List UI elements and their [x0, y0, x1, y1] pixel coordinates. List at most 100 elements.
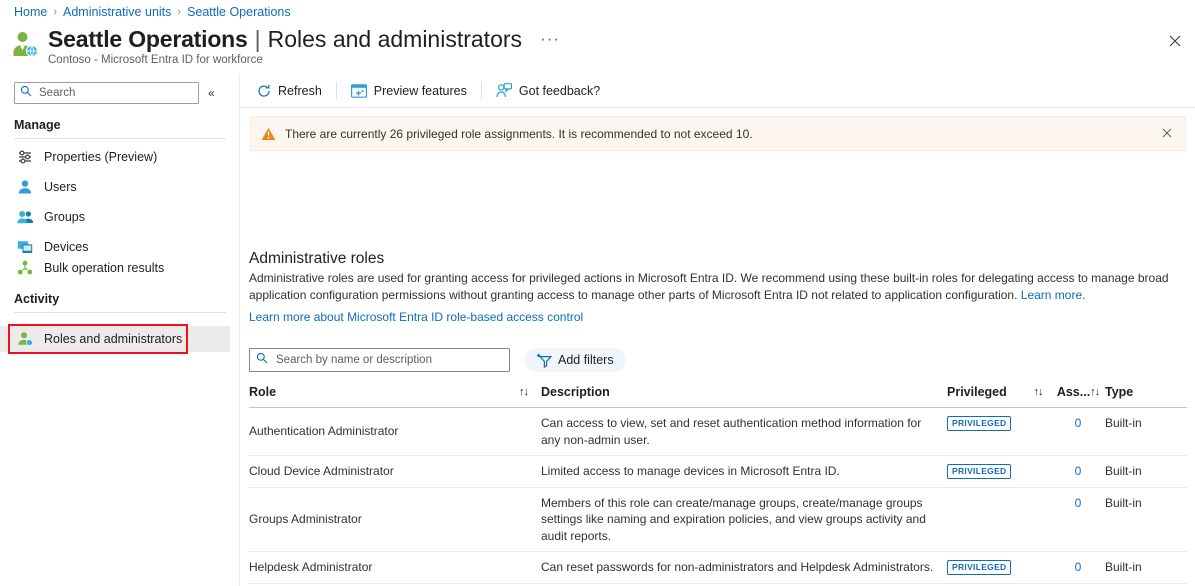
sidebar-item-devices-label: Devices	[44, 240, 88, 254]
toolbar-divider	[336, 82, 337, 99]
cell-privileged: PRIVILEGED	[947, 552, 1025, 583]
cell-type: Built-in	[1105, 456, 1185, 487]
cell-spacer	[1025, 408, 1051, 455]
status-badge-privileged: PRIVILEGED	[947, 416, 1011, 431]
sidebar-item-bulk-operation-results-label: Bulk operation results	[44, 261, 164, 275]
column-header-assignments-label: Ass...	[1057, 385, 1090, 399]
warning-banner-text: There are currently 26 privileged role a…	[285, 127, 753, 141]
preview-features-button-label: Preview features	[374, 84, 467, 98]
dismiss-warning-button[interactable]	[1159, 128, 1175, 140]
column-header-role[interactable]: Role	[249, 380, 519, 407]
sidebar-search-row: «	[14, 82, 226, 104]
breadcrumb-item-home[interactable]: Home	[14, 5, 47, 19]
got-feedback-button-label: Got feedback?	[519, 84, 600, 98]
table-body: Authentication AdministratorCan access t…	[249, 408, 1187, 586]
warning-icon	[261, 127, 276, 141]
table-row[interactable]: Authentication AdministratorCan access t…	[249, 408, 1187, 456]
page-subtitle: Contoso - Microsoft Entra ID for workfor…	[48, 54, 263, 66]
cell-assignments: 0	[1051, 408, 1105, 455]
sidebar-item-users[interactable]: Users	[0, 174, 230, 200]
sidebar-item-groups[interactable]: Groups	[0, 204, 230, 230]
page-title: Seattle Operations | Roles and administr…	[48, 26, 560, 53]
cell-role: Cloud Device Administrator	[249, 456, 519, 487]
sliders-icon	[16, 148, 34, 166]
user-icon	[16, 178, 34, 196]
status-badge-privileged: PRIVILEGED	[947, 560, 1011, 575]
cell-spacer	[519, 488, 541, 552]
cell-privileged	[947, 488, 1025, 552]
table-header-row: Role ↑↓ Description Privileged ↑↓ Ass...…	[249, 380, 1187, 408]
cell-role: Authentication Administrator	[249, 408, 519, 455]
sidebar-search-input[interactable]	[37, 86, 193, 100]
table-search-input[interactable]	[274, 353, 503, 367]
preview-features-icon	[351, 84, 367, 98]
cell-assignments: 0	[1051, 552, 1105, 583]
breadcrumb-separator: ›	[177, 6, 181, 18]
cell-type: Built-in	[1105, 488, 1185, 552]
azure-portal-blade: Home › Administrative units › Seattle Op…	[0, 0, 1195, 586]
breadcrumb-separator: ›	[53, 6, 57, 18]
status-badge-privileged: PRIVILEGED	[947, 464, 1011, 479]
preview-features-button[interactable]: Preview features	[344, 78, 474, 104]
main-content: Refresh Preview features	[241, 74, 1195, 586]
table-row[interactable]: Groups AdministratorMembers of this role…	[249, 488, 1187, 553]
sidebar-item-roles-and-administrators-label: Roles and administrators	[44, 332, 182, 346]
column-header-description[interactable]: Description	[541, 380, 947, 407]
assignments-count-link[interactable]: 0	[1075, 415, 1082, 432]
cell-description: Members of this role can create/manage g…	[541, 488, 947, 552]
cell-spacer	[519, 456, 541, 487]
assignments-count-link[interactable]: 0	[1075, 463, 1082, 480]
cell-spacer	[1025, 456, 1051, 487]
collapse-sidebar-button[interactable]: «	[208, 86, 215, 100]
sidebar-search-box[interactable]	[14, 82, 199, 104]
sidebar-item-bulk-operation-results[interactable]: Bulk operation results	[0, 255, 230, 281]
warning-banner: There are currently 26 privileged role a…	[250, 116, 1186, 151]
roles-icon	[16, 330, 34, 348]
page-title-main: Seattle Operations	[48, 26, 248, 53]
sidebar-group-activity-label: Activity	[14, 292, 59, 306]
cell-description: Limited access to manage devices in Micr…	[541, 456, 947, 487]
add-filters-button[interactable]: Add filters	[524, 348, 626, 372]
more-options-button[interactable]: ···	[540, 29, 560, 49]
cell-assignments: 0	[1051, 456, 1105, 487]
section-description: Administrative roles are used for granti…	[249, 270, 1187, 303]
table-row[interactable]: Helpdesk AdministratorCan reset password…	[249, 552, 1187, 584]
administrative-unit-icon	[10, 30, 40, 60]
sidebar-item-users-label: Users	[44, 180, 77, 194]
cell-privileged: PRIVILEGED	[947, 408, 1025, 455]
assignments-count-link[interactable]: 0	[1075, 559, 1082, 576]
table-search-box[interactable]	[249, 348, 510, 372]
cell-role: Helpdesk Administrator	[249, 552, 519, 583]
roles-table: Role ↑↓ Description Privileged ↑↓ Ass...…	[249, 380, 1187, 586]
sidebar-item-roles-and-administrators[interactable]: Roles and administrators	[0, 326, 230, 352]
assignments-count-link[interactable]: 0	[1075, 495, 1082, 512]
sort-privileged-button[interactable]: ↑↓	[1025, 380, 1051, 407]
column-header-privileged[interactable]: Privileged	[947, 380, 1025, 407]
got-feedback-button[interactable]: Got feedback?	[489, 78, 607, 104]
search-icon	[20, 84, 32, 102]
toolbar-divider	[481, 82, 482, 99]
column-header-assignments[interactable]: Ass...↑↓	[1051, 380, 1105, 407]
breadcrumb-item-administrative-units[interactable]: Administrative units	[63, 5, 171, 19]
cell-spacer	[1025, 552, 1051, 583]
table-row[interactable]: Cloud Device Administrator Limited access…	[249, 456, 1187, 488]
refresh-button[interactable]: Refresh	[250, 78, 329, 104]
cell-privileged: PRIVILEGED	[947, 456, 1025, 487]
filter-row: Add filters	[249, 348, 626, 372]
cell-type: Built-in	[1105, 408, 1185, 455]
cell-type: Built-in	[1105, 552, 1185, 583]
sort-role-button[interactable]: ↑↓	[519, 380, 541, 407]
close-blade-button[interactable]	[1164, 30, 1186, 52]
sidebar-group-manage-label: Manage	[14, 118, 61, 132]
column-header-type[interactable]: Type	[1105, 380, 1185, 407]
rbac-learn-more-link[interactable]: Learn more about Microsoft Entra ID role…	[249, 310, 583, 324]
sidebar-item-groups-label: Groups	[44, 210, 85, 224]
sidebar-item-properties[interactable]: Properties (Preview)	[0, 144, 230, 170]
sidebar-divider	[14, 138, 226, 139]
breadcrumb-item-seattle-operations[interactable]: Seattle Operations	[187, 5, 291, 19]
search-icon	[256, 351, 268, 369]
learn-more-link[interactable]: Learn more	[1021, 288, 1082, 302]
sort-assignments-glyph: ↑↓	[1090, 386, 1099, 398]
sidebar-item-properties-label: Properties (Preview)	[44, 150, 157, 164]
cell-spacer	[519, 552, 541, 583]
